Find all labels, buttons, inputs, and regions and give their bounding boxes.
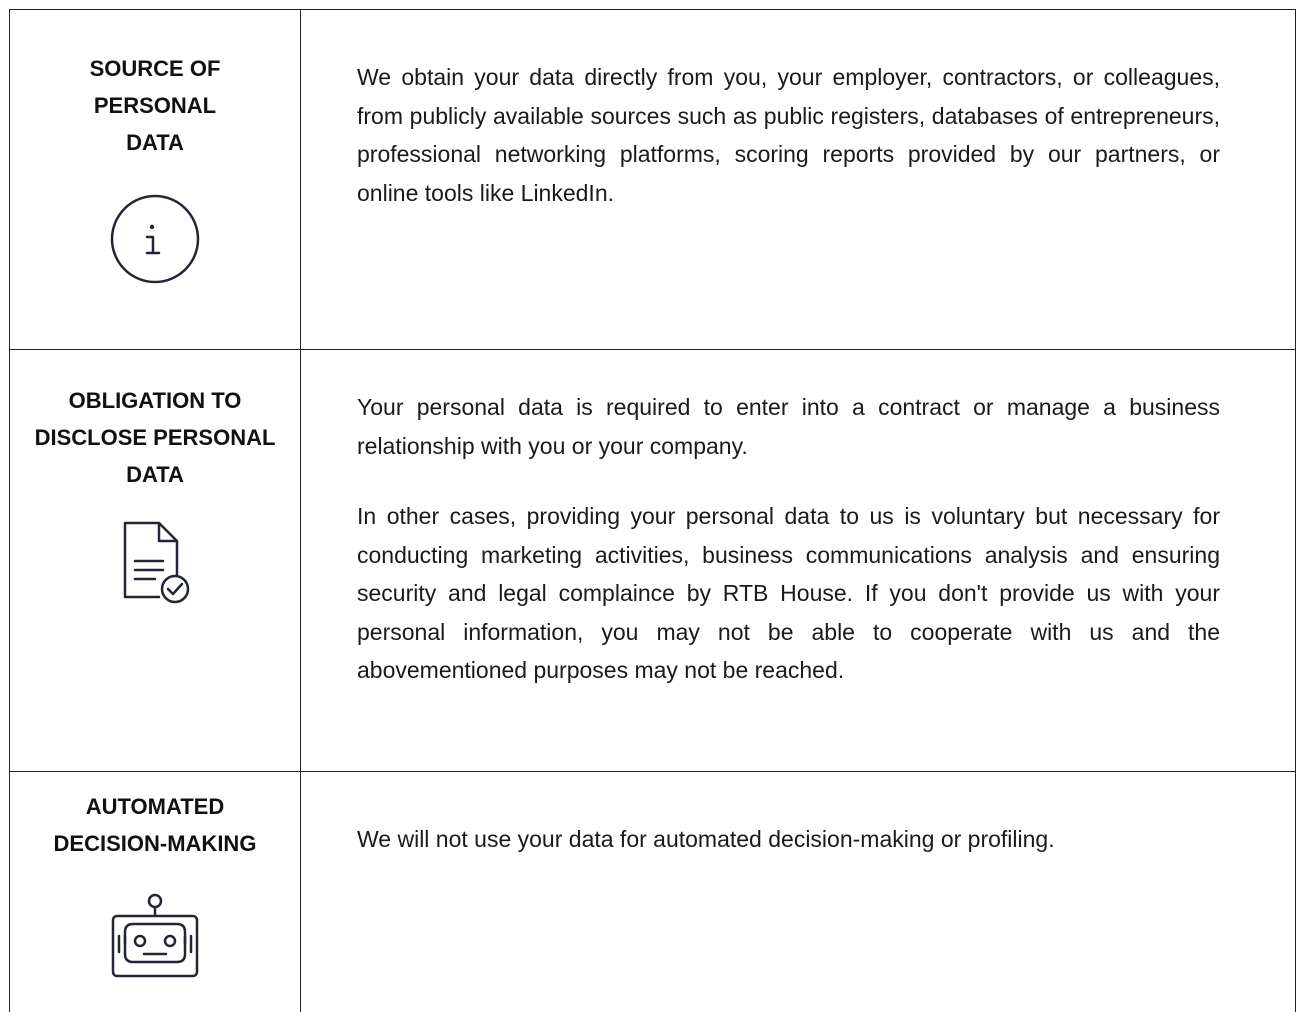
label-line: DISCLOSE PERSONAL xyxy=(34,425,276,450)
content-cell: We will not use your data for automated … xyxy=(300,771,1296,1012)
robot-icon xyxy=(111,893,199,978)
table-row-automated: AUTOMATED DECISION-MAKING We will not us… xyxy=(9,771,1296,1012)
label-cell: AUTOMATED DECISION-MAKING xyxy=(9,771,301,1012)
label-line: AUTOMATED xyxy=(85,794,225,819)
table-row-source: SOURCE OF PERSONAL DATA We obtain your d… xyxy=(9,9,1296,350)
paragraph: We will not use your data for automated … xyxy=(357,826,1055,852)
label-line: DATA xyxy=(126,462,184,487)
document-check-icon xyxy=(123,521,190,604)
label-line: SOURCE OF xyxy=(89,56,221,81)
label-line: PERSONAL xyxy=(93,93,217,118)
label-line: OBLIGATION TO xyxy=(68,388,242,413)
row-label: OBLIGATION TO DISCLOSE PERSONAL DATA xyxy=(10,350,300,493)
paragraph: In other cases, providing your personal … xyxy=(357,503,1220,683)
paragraph: We obtain your data directly from you, y… xyxy=(357,64,1220,206)
label-cell: SOURCE OF PERSONAL DATA xyxy=(9,9,301,350)
label-line: DATA xyxy=(126,130,184,155)
content-cell: Your personal data is required to enter … xyxy=(300,349,1296,772)
label-line: DECISION-MAKING xyxy=(53,831,257,856)
info-circle-icon xyxy=(110,194,200,284)
privacy-info-table: SOURCE OF PERSONAL DATA We obtain your d… xyxy=(9,9,1296,1012)
row-label: AUTOMATED DECISION-MAKING xyxy=(10,772,300,862)
content-cell: We obtain your data directly from you, y… xyxy=(300,9,1296,350)
table-row-obligation: OBLIGATION TO DISCLOSE PERSONAL DATA You… xyxy=(9,349,1296,772)
label-cell: OBLIGATION TO DISCLOSE PERSONAL DATA xyxy=(9,349,301,772)
paragraph: Your personal data is required to enter … xyxy=(357,394,1220,459)
row-label: SOURCE OF PERSONAL DATA xyxy=(10,10,300,161)
